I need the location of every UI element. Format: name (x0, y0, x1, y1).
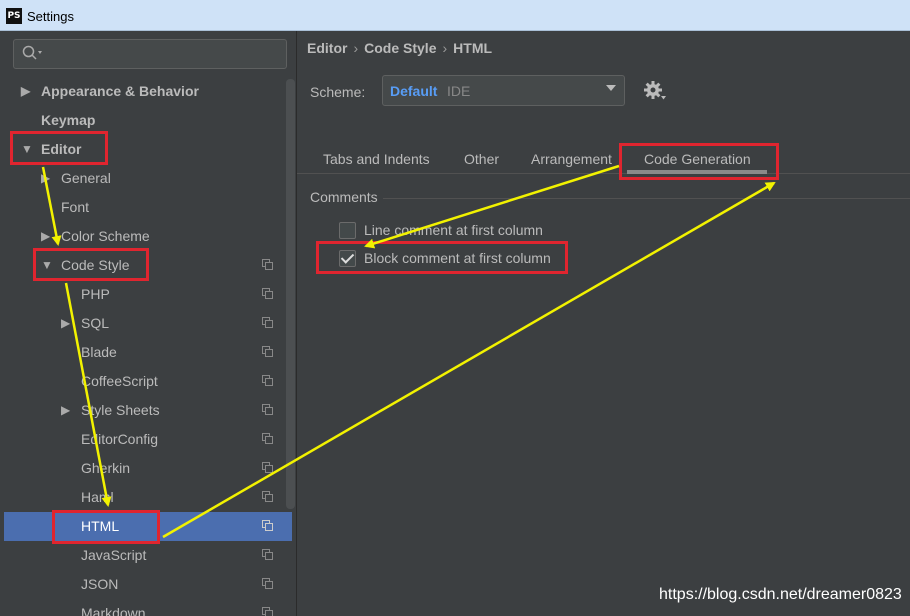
tree-item-editor[interactable]: ▼ Editor (4, 135, 292, 164)
settings-search-input[interactable] (13, 39, 287, 69)
tree-item-editorconfig[interactable]: EditorConfig (4, 425, 292, 454)
tree-item-coffeescript[interactable]: CoffeeScript (4, 367, 292, 396)
tree-item-label: Keymap (41, 112, 96, 128)
block-comment-checkbox[interactable] (339, 250, 356, 267)
tree-item-label: JavaScript (81, 547, 147, 563)
project-copy-icon (262, 375, 273, 386)
tree-item-json[interactable]: JSON (4, 570, 292, 599)
project-copy-icon (262, 549, 273, 560)
tree-item-html[interactable]: HTML (4, 512, 292, 541)
tree-item-label: Code Style (61, 257, 130, 273)
tree-item-general[interactable]: ▶ General (4, 164, 292, 193)
project-copy-icon (262, 433, 273, 444)
tab-other[interactable]: Other (464, 151, 499, 167)
project-copy-icon (262, 404, 273, 415)
tree-item-label: SQL (81, 315, 110, 331)
breadcrumb: Editor › Code Style › HTML (307, 40, 492, 56)
tree-item-color-scheme[interactable]: ▶ Color Scheme (4, 222, 292, 251)
expand-arrow-icon[interactable]: ▶ (61, 403, 70, 417)
tab-code-generation[interactable]: Code Generation (644, 151, 751, 167)
expand-arrow-icon[interactable]: ▶ (41, 229, 50, 243)
project-copy-icon (262, 259, 273, 270)
tree-item-label: EditorConfig (81, 431, 159, 447)
search-icon (22, 45, 42, 60)
tree-item-label: PHP (81, 286, 110, 302)
breadcrumb-item-html: HTML (453, 40, 493, 56)
tree-item-label: Gherkin (81, 460, 131, 476)
tree-item-label: CoffeeScript (81, 373, 158, 389)
title-bar: PS Settings (0, 0, 910, 31)
tree-item-label: General (61, 170, 111, 186)
expand-arrow-icon[interactable]: ▶ (21, 84, 30, 98)
phpstorm-app-icon: PS (6, 8, 22, 24)
scheme-dropdown[interactable]: Default IDE (382, 75, 625, 106)
tab-arrangement[interactable]: Arrangement (531, 151, 612, 167)
tree-item-label: Font (61, 199, 90, 215)
breadcrumb-separator: › (442, 40, 448, 56)
block-comment-label[interactable]: Block comment at first column (364, 250, 551, 266)
project-copy-icon (262, 288, 273, 299)
breadcrumb-item-editor[interactable]: Editor (307, 40, 347, 56)
tree-item-javascript[interactable]: JavaScript (4, 541, 292, 570)
tree-item-label: Style Sheets (81, 402, 160, 418)
line-comment-checkbox[interactable] (339, 222, 356, 239)
tab-tabs-and-indents[interactable]: Tabs and Indents (323, 151, 430, 167)
collapse-arrow-icon[interactable]: ▼ (41, 258, 53, 272)
settings-content-panel: Editor › Code Style › HTML Scheme: Default I… (296, 31, 910, 616)
scheme-selected-value: Default (390, 83, 438, 99)
tree-item-font[interactable]: Font (4, 193, 292, 222)
settings-tree-panel: ▶ Appearance & Behavior Keymap ▼ Editor … (4, 31, 296, 616)
line-comment-label[interactable]: Line comment at first column (364, 222, 543, 238)
tree-item-label: HTML (81, 518, 120, 534)
project-copy-icon (262, 578, 273, 589)
tree-item-label: Appearance & Behavior (41, 83, 199, 99)
tree-item-haml[interactable]: Haml (4, 483, 292, 512)
chevron-down-icon (606, 85, 616, 91)
tree-item-keymap[interactable]: Keymap (4, 106, 292, 135)
breadcrumb-separator: › (353, 40, 359, 56)
project-copy-icon (262, 346, 273, 357)
tree-item-label: Color Scheme (61, 228, 150, 244)
project-copy-icon (262, 317, 273, 328)
tree-item-gherkin[interactable]: Gherkin (4, 454, 292, 483)
section-divider (383, 198, 910, 199)
expand-arrow-icon[interactable]: ▶ (61, 316, 70, 330)
project-copy-icon (262, 491, 273, 502)
scheme-label: Scheme: (310, 84, 366, 100)
project-copy-icon (262, 520, 273, 531)
watermark-text: https://blog.csdn.net/dreamer0823 (659, 586, 902, 603)
gear-icon[interactable] (643, 80, 667, 102)
tree-item-label: Haml (81, 489, 114, 505)
expand-arrow-icon[interactable]: ▶ (41, 171, 50, 185)
tree-item-blade[interactable]: Blade (4, 338, 292, 367)
tree-item-label: Blade (81, 344, 117, 360)
tree-item-appearance-behavior[interactable]: ▶ Appearance & Behavior (4, 77, 292, 106)
tabs-bar: Tabs and Indents Other Arrangement Code … (297, 141, 910, 174)
comments-section-title: Comments (310, 189, 378, 205)
tree-item-label: JSON (81, 576, 119, 592)
active-tab-indicator (627, 170, 767, 174)
tree-item-style-sheets[interactable]: ▶ Style Sheets (4, 396, 292, 425)
tree-item-markdown[interactable]: Markdown (4, 599, 292, 616)
collapse-arrow-icon[interactable]: ▼ (21, 142, 33, 156)
scheme-scope: IDE (447, 83, 471, 99)
tree-item-php[interactable]: PHP (4, 280, 292, 309)
window-title: Settings (27, 9, 74, 24)
tree-item-code-style[interactable]: ▼ Code Style (4, 251, 292, 280)
project-copy-icon (262, 462, 273, 473)
tree-item-sql[interactable]: ▶ SQL (4, 309, 292, 338)
tree-item-label: Editor (41, 141, 82, 157)
check-icon (340, 250, 355, 264)
breadcrumb-item-code-style[interactable]: Code Style (364, 40, 436, 56)
project-copy-icon (262, 607, 273, 616)
tree-item-label: Markdown (81, 605, 146, 616)
